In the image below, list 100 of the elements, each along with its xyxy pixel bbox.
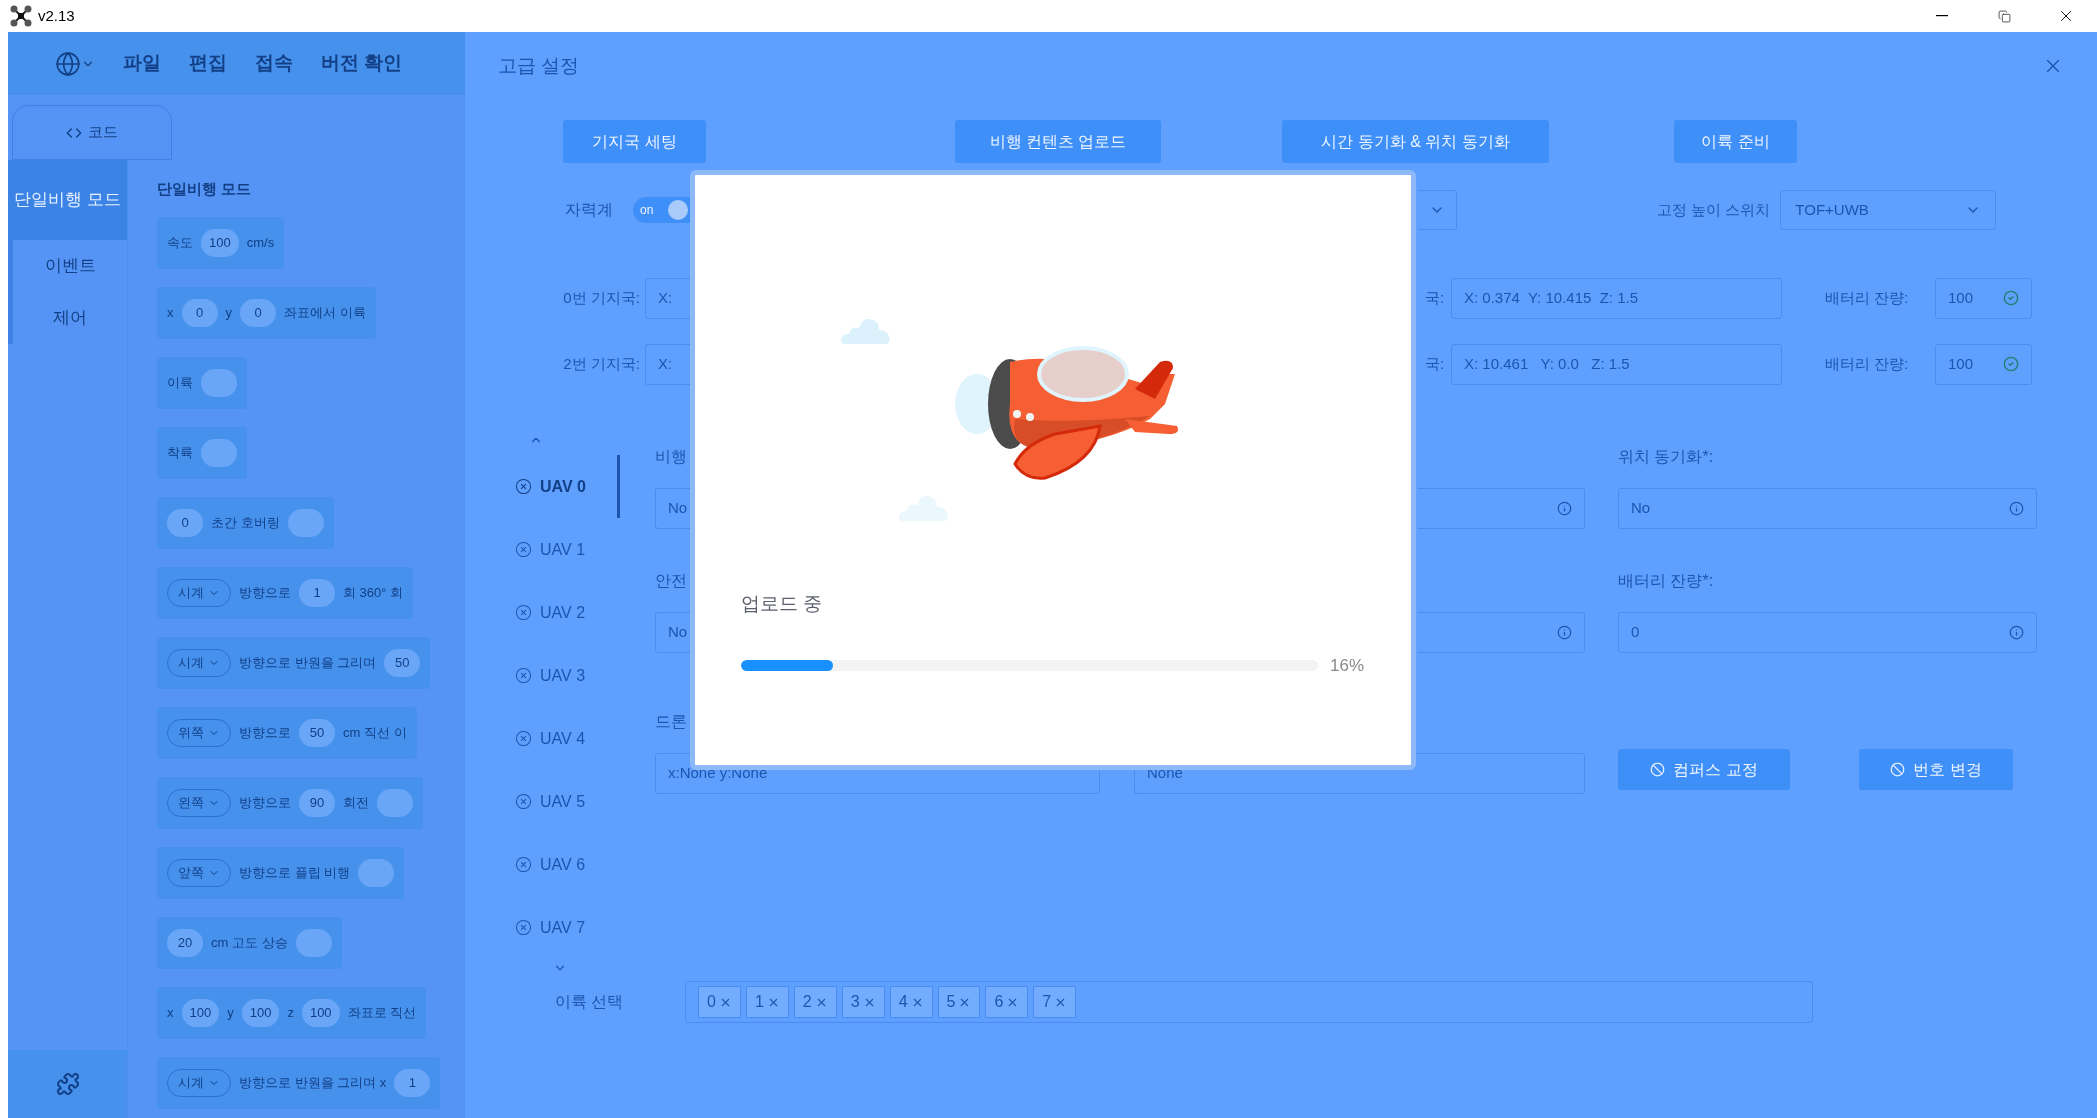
block-label: 방향으로	[239, 723, 291, 742]
fixed-height-label: 고정 높이 스위치	[1657, 199, 1771, 220]
selected-tag[interactable]: 0	[698, 986, 741, 1018]
selected-tag[interactable]: 5	[937, 986, 981, 1018]
uav-tab[interactable]: UAV 4	[515, 707, 620, 770]
disconnected-icon	[515, 856, 532, 873]
code-block[interactable]: 시계 방향으로 반원을 그리며 50	[157, 636, 431, 689]
code-block[interactable]: 위쪽 방향으로 50 cm 직선 이	[157, 706, 417, 759]
uav-tab[interactable]: UAV 6	[515, 833, 620, 896]
form-label: 드론	[655, 712, 688, 732]
input-field[interactable]: No	[1618, 488, 2037, 529]
selected-tag[interactable]: 4	[889, 986, 933, 1018]
form-label: 비행	[655, 447, 688, 467]
block-input[interactable]: 0	[181, 298, 218, 327]
extension-button[interactable]	[8, 1050, 127, 1118]
uav-tab[interactable]: UAV 3	[515, 644, 620, 707]
block-input[interactable]: 50	[299, 718, 335, 747]
takeoff-select-field[interactable]: 0 1 2 3 4 5 6 7	[685, 981, 1813, 1023]
block-input[interactable]: 0	[240, 298, 276, 327]
selected-tag[interactable]: 1	[745, 986, 789, 1018]
disconnected-icon	[515, 667, 532, 684]
selected-tag[interactable]: 7	[1033, 986, 1077, 1018]
block-label: 초간 호버링	[211, 513, 280, 532]
code-block[interactable]: x 0 y 0 좌표에서 이륙	[157, 286, 376, 339]
uav-tab[interactable]: UAV 2	[515, 581, 620, 644]
selected-tag[interactable]: 6	[985, 986, 1029, 1018]
code-block[interactable]: 시계 방향으로 반원을 그리며 x 1	[157, 1056, 441, 1109]
disconnected-icon	[515, 541, 532, 558]
block-input[interactable]	[377, 788, 413, 817]
block-input[interactable]: 100	[241, 998, 280, 1027]
selected-tag[interactable]: 2	[793, 986, 837, 1018]
block-input[interactable]	[287, 508, 324, 537]
battery-value: 100	[1948, 353, 1974, 374]
menu-item[interactable]: 파일	[123, 49, 161, 78]
block-input[interactable]: 0	[167, 508, 203, 537]
uav-tab[interactable]: UAV 5	[515, 770, 620, 833]
input-field[interactable]: 0	[1618, 612, 2037, 653]
action-button[interactable]: 시간 동기화 & 위치 동기화	[1282, 120, 1549, 163]
block-input[interactable]: 100	[201, 228, 239, 257]
input-field[interactable]	[1418, 612, 1585, 653]
code-block[interactable]: 앞쪽 방향으로 플립 비행	[157, 846, 405, 899]
action-button[interactable]: 번호 변경	[1859, 749, 2013, 790]
block-label: 이륙	[167, 373, 193, 392]
block-label: 좌표에서 이륙	[284, 303, 366, 322]
action-button[interactable]: 비행 컨텐츠 업로드	[955, 120, 1161, 163]
uav-tab[interactable]: UAV 1	[515, 518, 620, 581]
globe-icon	[55, 50, 81, 77]
uav-tab[interactable]: UAV 7	[515, 896, 620, 959]
block-input[interactable]: 1	[394, 1068, 431, 1097]
block-input[interactable]	[201, 438, 237, 467]
extension-icon	[55, 1072, 80, 1096]
code-block[interactable]: 0 초간 호버링	[157, 496, 334, 549]
dialog-title: 고급 설정	[498, 53, 580, 78]
language-button[interactable]	[55, 50, 95, 77]
input-field[interactable]: X: 0.374 Y: 10.415 Z: 1.5	[1451, 277, 1782, 319]
menu-item[interactable]: 편집	[189, 49, 227, 78]
block-label: x	[167, 1003, 174, 1022]
code-block[interactable]: 20 cm 고도 상승	[157, 916, 342, 969]
base-station-label: 2번 기지국:	[562, 353, 640, 374]
category-item[interactable]: 이벤트	[8, 240, 127, 292]
input-field[interactable]: X: 10.461 Y: 0.0 Z: 1.5	[1451, 343, 1782, 385]
field-value: No	[1631, 498, 1651, 519]
dropdown-field[interactable]	[1418, 190, 1457, 230]
magnetometer-toggle[interactable]: on	[633, 197, 690, 223]
code-block[interactable]: 착륙	[157, 426, 247, 479]
block-label: 방향으로	[239, 793, 291, 812]
category-item[interactable]: 제어	[8, 292, 127, 344]
block-input[interactable]: 90	[299, 788, 335, 817]
code-block[interactable]: 시계 방향으로 1 회 360° 회	[157, 566, 414, 619]
category-item[interactable]: 단일비행 모드	[8, 160, 127, 240]
code-block[interactable]: 이륙	[157, 356, 247, 409]
code-block[interactable]: x 100 y 100 z 100 좌표로 직선	[157, 986, 427, 1039]
code-block[interactable]: 속도 100 cm/s	[157, 216, 285, 269]
action-button[interactable]: 컴퍼스 교정	[1618, 749, 1790, 790]
uav-tab[interactable]: UAV 0	[515, 455, 620, 518]
block-input[interactable]	[358, 858, 395, 887]
action-button[interactable]: 기지국 세팅	[563, 120, 706, 163]
battery-label: 배터리 잔량:	[1825, 353, 1910, 374]
battery-label: 배터리 잔량:	[1825, 287, 1910, 308]
form-label: 배터리 잔량*:	[1618, 571, 1715, 591]
input-field[interactable]: 100	[1935, 277, 2032, 319]
block-input[interactable]: 100	[181, 998, 220, 1027]
action-button[interactable]: 이륙 준비	[1674, 120, 1797, 163]
block-input[interactable]: 20	[167, 928, 203, 957]
fixed-height-select[interactable]: TOF+UWB	[1780, 190, 1997, 230]
base-station-label: 국:	[1425, 353, 1446, 374]
restore-icon	[1997, 9, 2011, 23]
block-input[interactable]	[201, 368, 237, 397]
selected-tag[interactable]: 3	[841, 986, 885, 1018]
code-block[interactable]: 왼쪽 방향으로 90 회전	[157, 776, 423, 829]
block-input[interactable]: 50	[384, 648, 421, 677]
block-label: y	[225, 303, 232, 322]
menu-item[interactable]: 접속	[255, 49, 293, 78]
menu-item[interactable]: 버전 확인	[321, 49, 403, 78]
block-input[interactable]: 100	[301, 998, 340, 1027]
input-field[interactable]: 100	[1935, 343, 2032, 385]
block-input[interactable]	[295, 928, 332, 957]
block-input[interactable]: 1	[299, 578, 335, 607]
code-tab[interactable]: 코드	[12, 105, 172, 160]
input-field[interactable]	[1418, 488, 1585, 529]
